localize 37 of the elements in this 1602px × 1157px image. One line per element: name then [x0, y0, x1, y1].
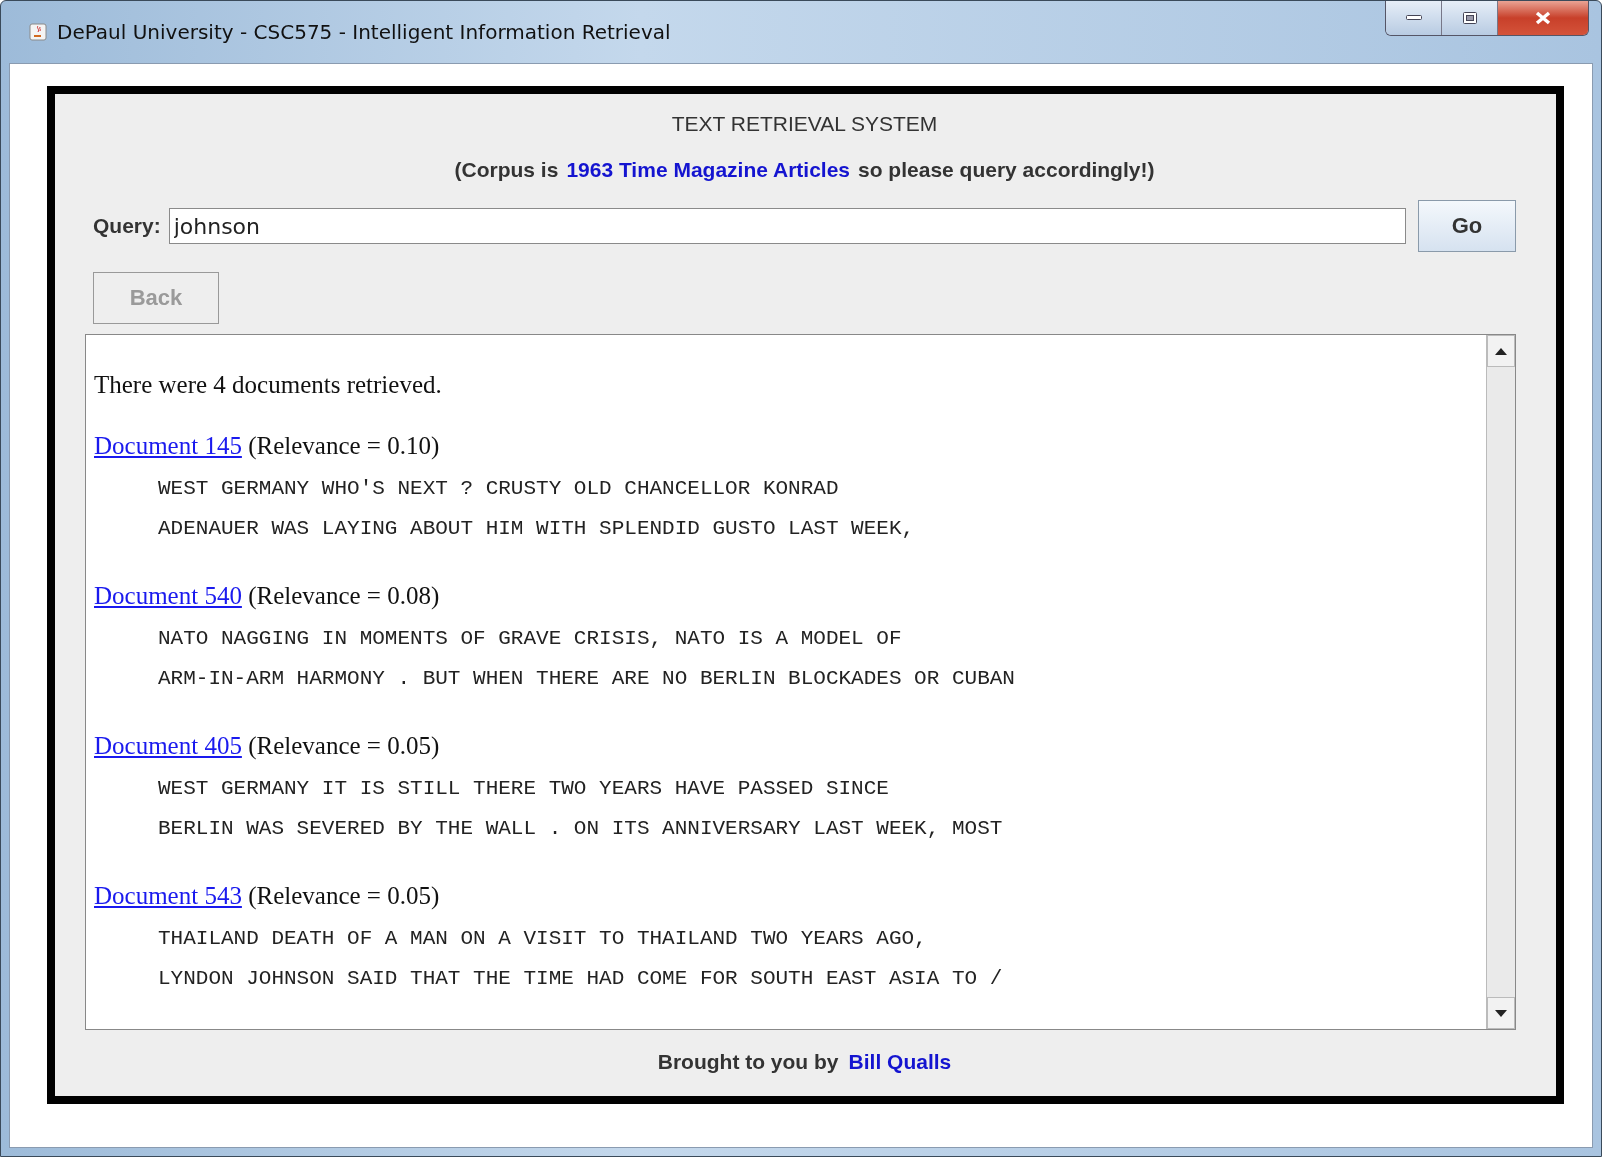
system-title: TEXT RETRIEVAL SYSTEM	[670, 112, 939, 136]
close-icon	[1535, 11, 1551, 25]
corpus-name: 1963 Time Magazine Articles	[566, 158, 850, 182]
results-summary: There were 4 documents retrieved.	[94, 371, 443, 399]
relevance-score: (Relevance = 0.05)	[248, 732, 440, 759]
document-link[interactable]: Document 145	[94, 432, 242, 459]
java-cup-icon	[29, 23, 47, 41]
document-excerpt: ADENAUER WAS LAYING ABOUT HIM WITH SPLENDID GUSTO LAST WEEK,	[157, 516, 916, 542]
document-excerpt: BERLIN WAS SEVERED BY THE WALL . ON ITS ANNIVERSARY LAST WEEK, MOST	[157, 816, 1004, 842]
document-excerpt: LYNDON JOHNSON SAID THAT THE TIME HAD COME FOR SOUTH EAST ASIA TO /	[157, 966, 1004, 992]
go-button[interactable]: Go	[1418, 200, 1516, 252]
window-title: DePaul University - CSC575 - Intelligent Information Retrieval	[57, 20, 671, 44]
document-excerpt: NATO NAGGING IN MOMENTS OF GRAVE CRISIS, NATO IS A MODEL OF	[157, 626, 903, 652]
document-link[interactable]: Document 405	[94, 732, 242, 759]
document-excerpt: WEST GERMANY IT IS STILL THERE TWO YEARS HAVE PASSED SINCE	[157, 776, 890, 802]
footer-text: Brought to you by	[657, 1050, 839, 1074]
minimize-icon	[1405, 15, 1422, 21]
maximize-icon	[1462, 12, 1477, 24]
document-link[interactable]: Document 543	[94, 882, 242, 909]
scrollbar[interactable]	[1486, 335, 1515, 1029]
author-name: Bill Qualls	[848, 1050, 952, 1074]
document-excerpt: ARM-IN-ARM HARMONY . BUT WHEN THERE ARE NO BERLIN BLOCKADES OR CUBAN	[157, 666, 1016, 692]
scroll-up-icon	[1495, 347, 1507, 355]
subtitle-text: so please query accordingly!)	[858, 158, 1155, 182]
scroll-down-icon	[1495, 1009, 1507, 1017]
query-field[interactable]: johnson	[168, 208, 1406, 244]
subtitle-text: (Corpus is	[454, 158, 559, 182]
document-excerpt: WEST GERMANY WHO'S NEXT ? CRUSTY OLD CHANCELLOR KONRAD	[157, 476, 840, 502]
query-label: Query:	[93, 214, 161, 238]
maximize-button[interactable]	[1442, 1, 1498, 35]
relevance-score: (Relevance = 0.10)	[248, 432, 440, 459]
relevance-score: (Relevance = 0.08)	[248, 582, 440, 609]
close-button[interactable]	[1498, 1, 1588, 35]
relevance-score: (Relevance = 0.05)	[248, 882, 440, 909]
minimize-button[interactable]	[1386, 1, 1442, 35]
document-excerpt: THAILAND DEATH OF A MAN ON A VISIT TO THAILAND TWO YEARS AGO,	[157, 926, 928, 952]
document-link[interactable]: Document 540	[94, 582, 242, 609]
